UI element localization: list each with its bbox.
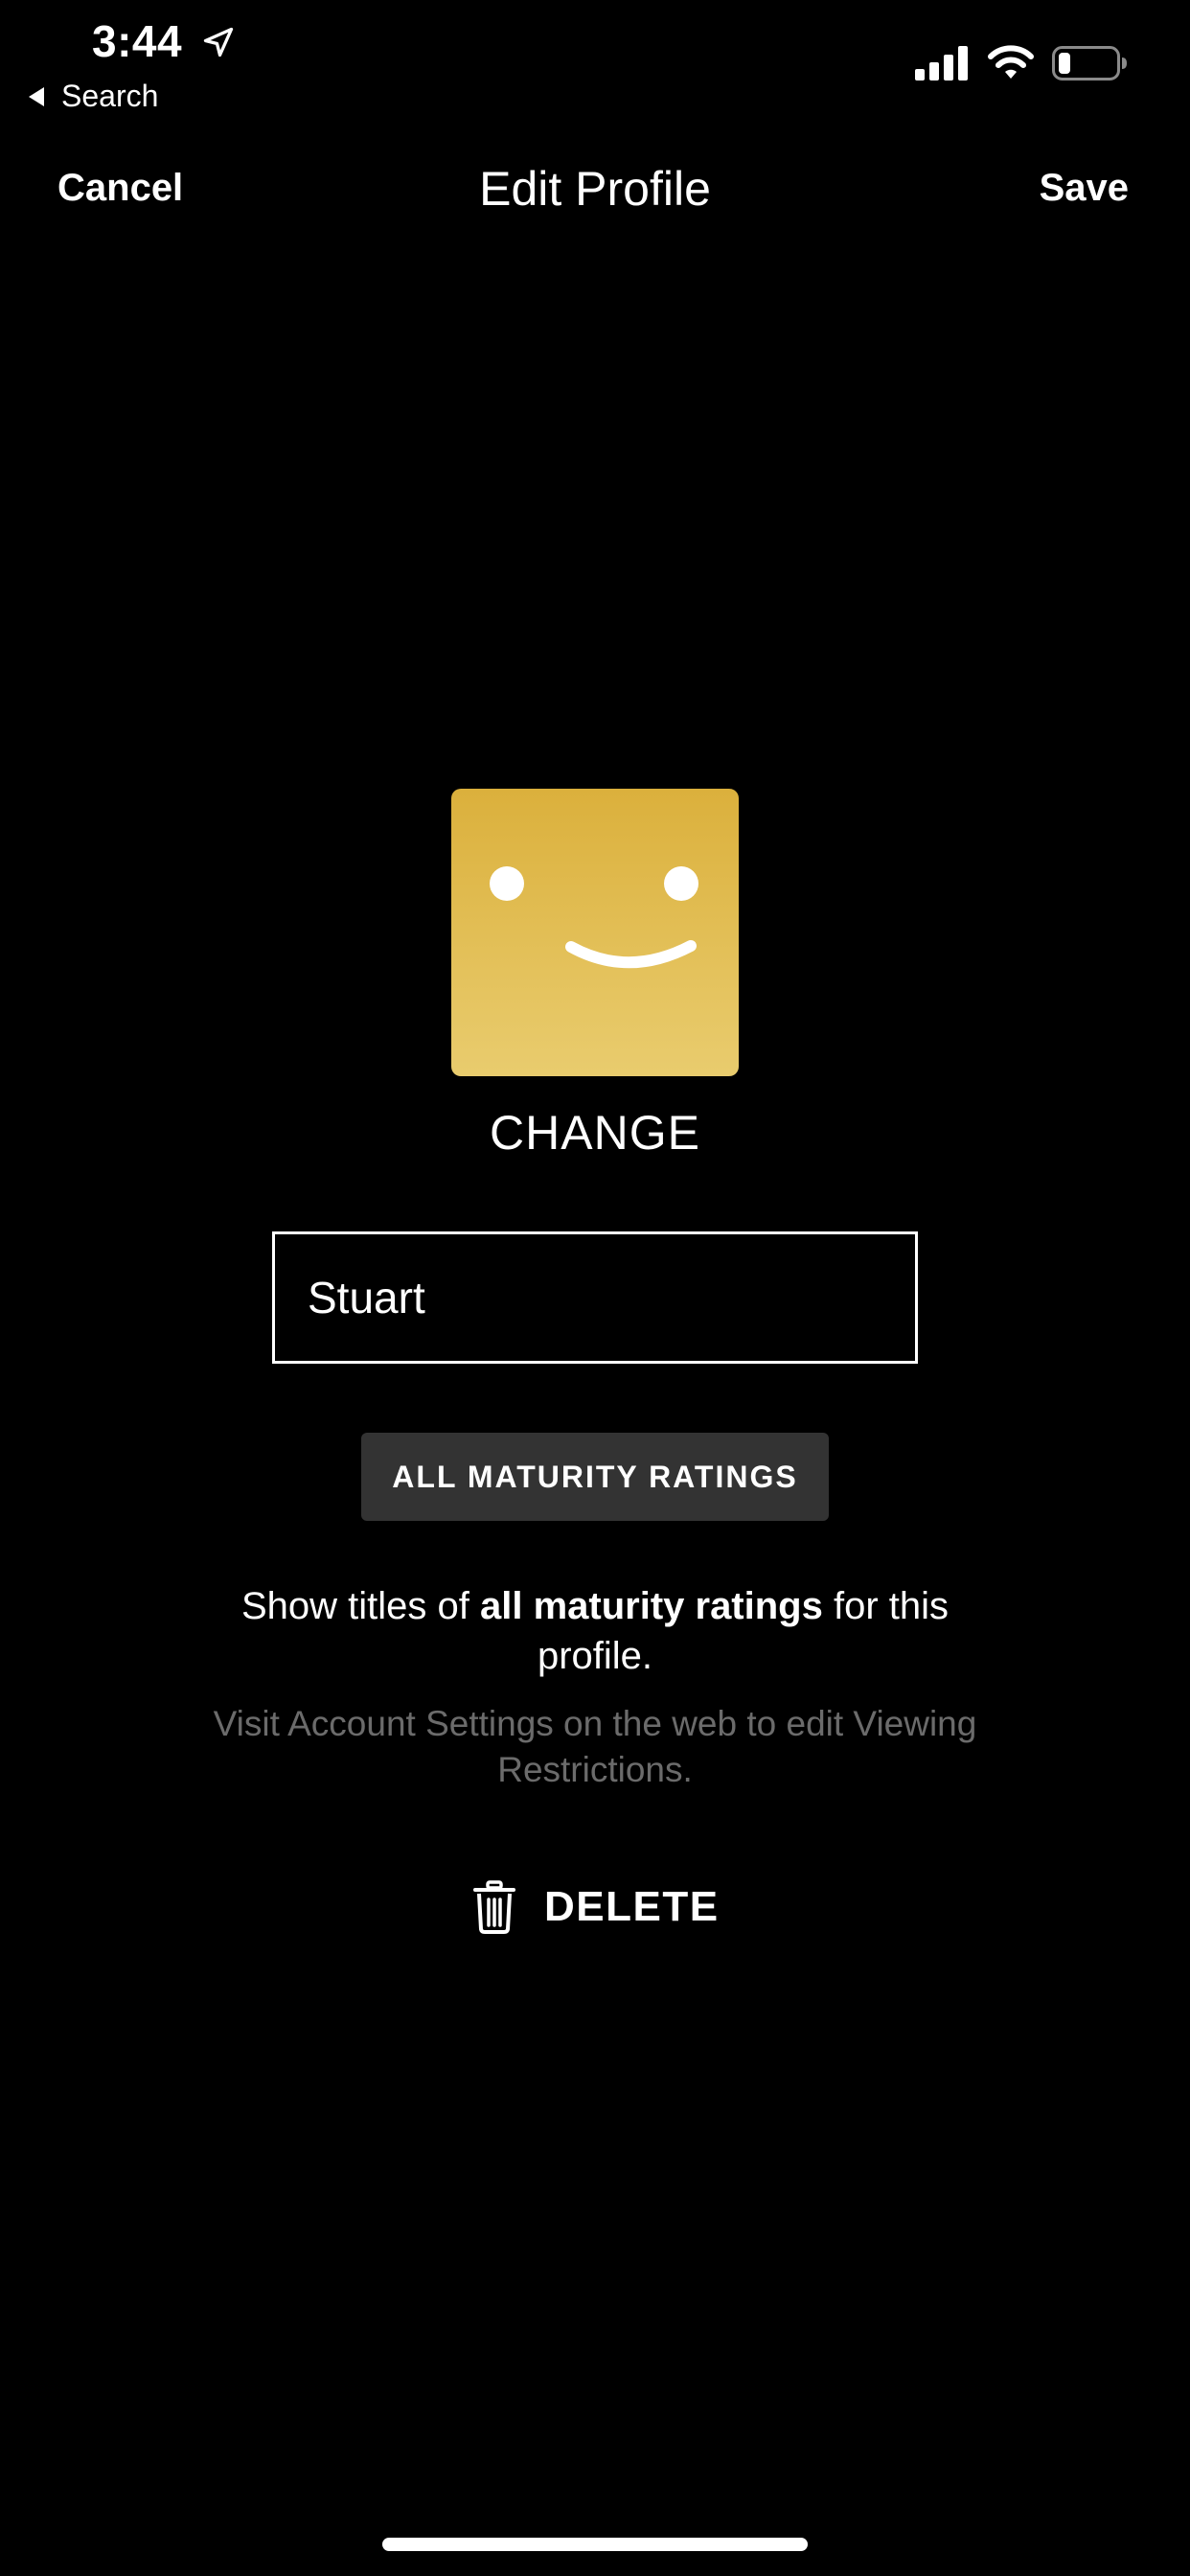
maturity-description: Show titles of all maturity ratings for … <box>211 1581 979 1681</box>
delete-profile-button[interactable]: DELETE <box>473 1876 722 1938</box>
profile-name-input[interactable] <box>272 1231 918 1364</box>
viewing-restrictions-note: Visit Account Settings on the web to edi… <box>213 1704 977 1789</box>
maturity-desc-prefix: Show titles of <box>240 1585 480 1627</box>
home-indicator[interactable] <box>382 2538 808 2551</box>
back-to-app-link[interactable]: Search <box>29 79 158 114</box>
maturity-ratings-button[interactable]: ALL MATURITY RATINGS <box>361 1433 829 1521</box>
location-arrow-icon <box>203 27 234 58</box>
smiley-avatar-icon <box>490 866 698 969</box>
delete-label: DELETE <box>544 1883 720 1930</box>
page-title: Edit Profile <box>479 162 711 216</box>
status-bar: 3:44 Search <box>0 0 1190 125</box>
back-app-label: Search <box>61 79 159 113</box>
save-button[interactable]: Save <box>1040 167 1129 210</box>
wifi-icon <box>988 45 1034 79</box>
maturity-desc-bold: all maturity ratings <box>479 1585 823 1627</box>
back-triangle-icon <box>29 86 44 106</box>
status-time: 3:44 <box>92 16 183 66</box>
profile-avatar[interactable] <box>451 789 739 1076</box>
trash-icon <box>473 1880 515 1934</box>
cellular-signal-icon <box>915 46 968 80</box>
change-avatar-button[interactable]: CHANGE <box>0 1105 1190 1161</box>
battery-icon <box>1052 46 1127 80</box>
